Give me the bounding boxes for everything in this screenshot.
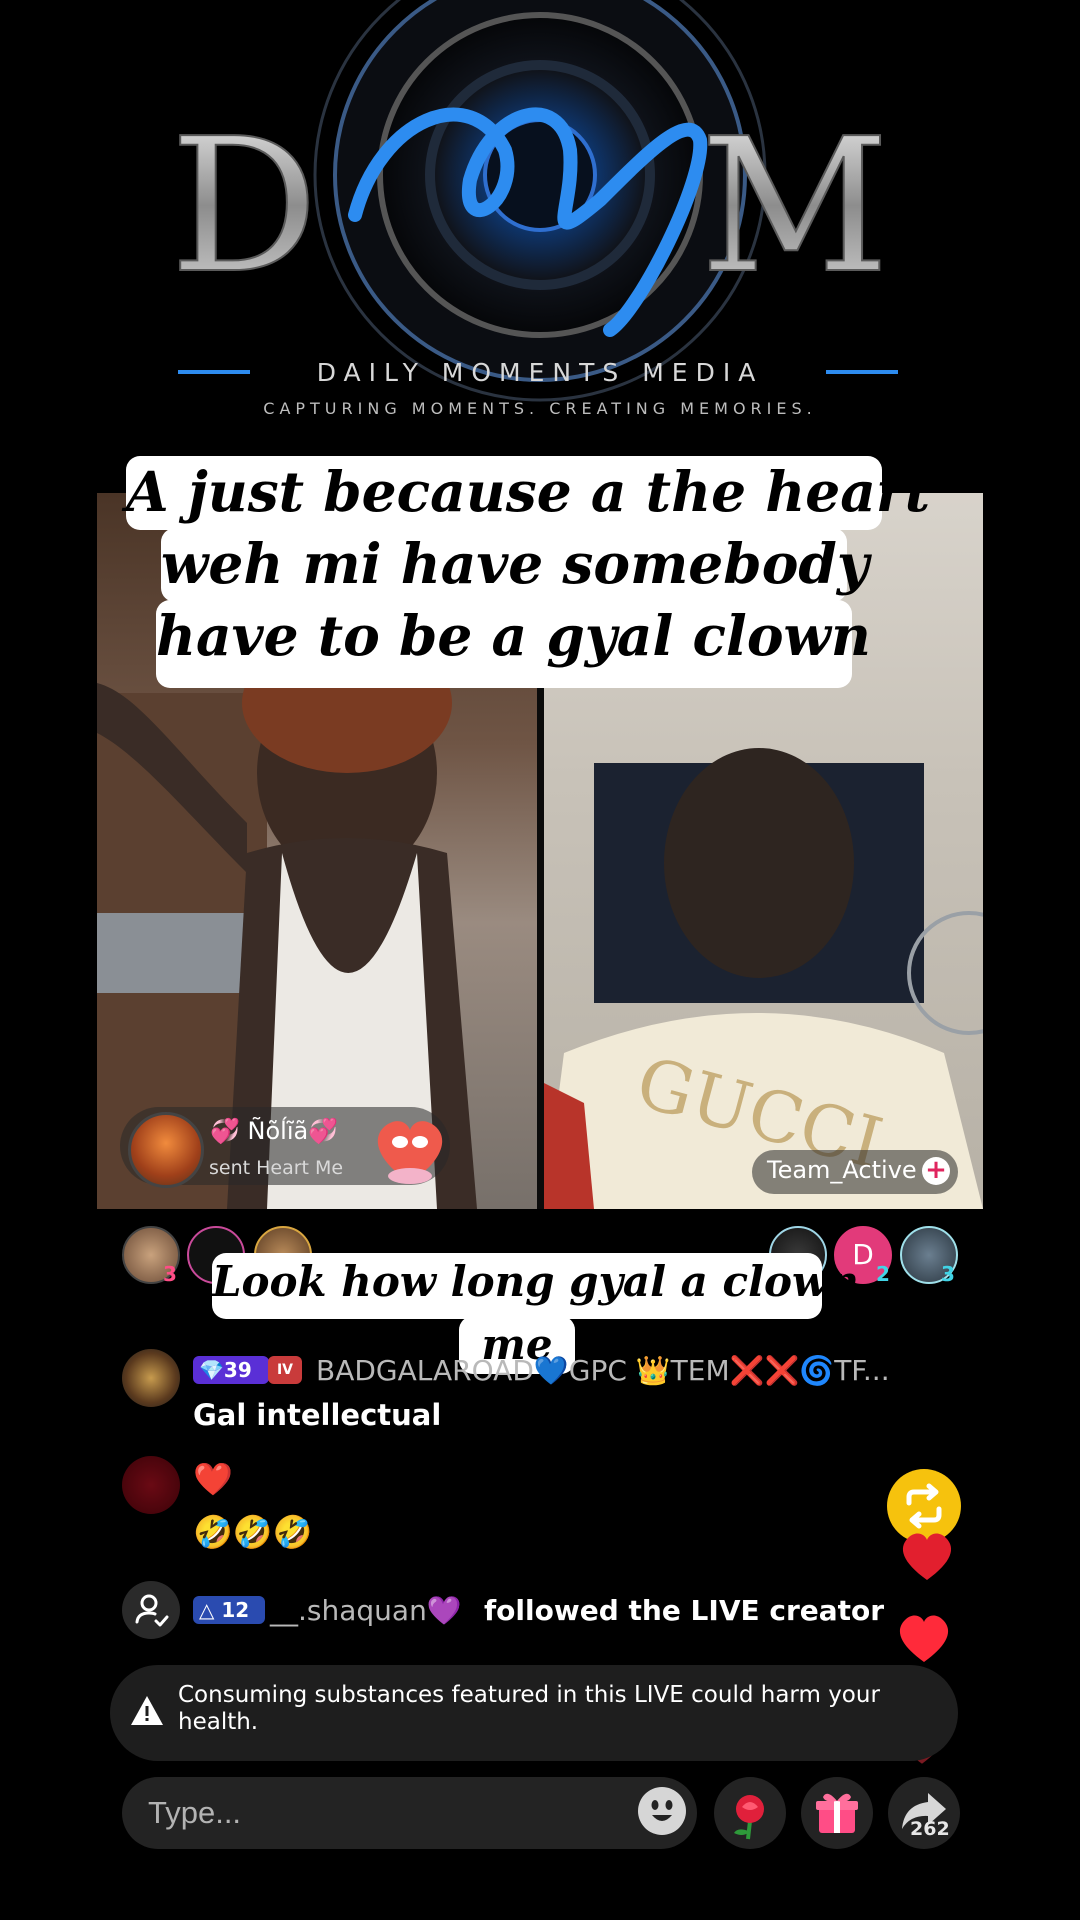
plus-icon[interactable]: +: [922, 1157, 950, 1185]
diamond-icon: 💎: [199, 1358, 224, 1382]
gifter-level-badge: 💎39: [193, 1356, 269, 1384]
gift-message: sent Heart Me: [209, 1157, 344, 1179]
warning-icon: [131, 1696, 163, 1725]
follow-event-text: followed the LIVE creator: [484, 1594, 885, 1627]
channel-logo: D M DAILY MOMENTS MEDIA CAPTURING MOMENT…: [0, 0, 1080, 460]
gifter-avatar[interactable]: [128, 1112, 204, 1188]
floating-heart-icon: [902, 1533, 952, 1580]
caption-bottom-line-1: Look how long gyal a clown: [212, 1253, 859, 1319]
fan-badge: IV: [268, 1356, 302, 1384]
comment-text: Gal intellectual: [193, 1398, 442, 1432]
heart-me-gift-icon: [370, 1110, 450, 1185]
level-badge: △ 12: [193, 1596, 265, 1624]
gift-button[interactable]: [801, 1777, 873, 1849]
warning-text: Consuming substances featured in this LI…: [178, 1682, 880, 1735]
svg-text:D: D: [170, 98, 318, 314]
rose-gift-button[interactable]: [714, 1777, 786, 1849]
triangle-level-icon: △: [199, 1598, 215, 1622]
logo-tagline: DAILY MOMENTS MEDIA: [316, 358, 764, 387]
caption-line-1: A just because a the heart: [126, 456, 930, 530]
follow-user-icon: [135, 1594, 169, 1627]
floating-heart-icon: [899, 1615, 949, 1662]
logo-subtagline: CAPTURING MOMENTS. CREATING MEMORIES.: [263, 399, 817, 418]
svg-text:M: M: [700, 98, 889, 314]
team-label: Team_Active: [767, 1156, 917, 1184]
comment-text: 🤣🤣🤣: [193, 1513, 313, 1551]
emoji-button[interactable]: [638, 1787, 686, 1835]
comment-username[interactable]: BADGALAROAD💙GPC 👑TEM❌❌🌀TF...: [316, 1354, 956, 1387]
follow-event-icon-wrap: [122, 1581, 180, 1639]
comment-avatar[interactable]: [122, 1456, 180, 1514]
caption-line-3: have to be a gyal clown: [156, 600, 871, 688]
viewer-rank-badge: 3: [163, 1262, 177, 1286]
comment-avatar[interactable]: [122, 1349, 180, 1407]
follower-username[interactable]: __.shaquan💜: [270, 1594, 462, 1627]
heart-icon: ❤️: [193, 1460, 233, 1498]
gift-icon: [816, 1793, 858, 1833]
emoji-face-icon: [651, 1800, 673, 1821]
viewer-rank-badge: 2: [876, 1262, 890, 1286]
gifter-username: 💞 Ñõĺĩã💞: [210, 1117, 339, 1145]
rose-icon: [734, 1795, 764, 1840]
share-count: 262: [910, 1818, 950, 1840]
viewer-rank-badge: 3: [941, 1262, 955, 1286]
comment-input[interactable]: [122, 1777, 697, 1849]
caption-line-2: weh mi have somebody: [161, 528, 869, 602]
